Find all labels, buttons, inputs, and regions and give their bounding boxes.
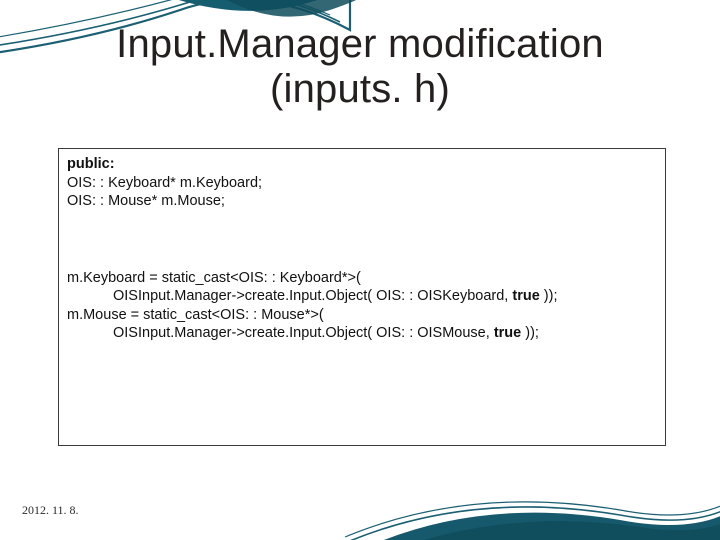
bottom-decoration [0,485,720,540]
code-line: OIS: : Keyboard* m.Keyboard; [67,174,657,193]
code-line: OISInput.Manager->create.Input.Object( O… [67,287,657,306]
code-box: public: OIS: : Keyboard* m.Keyboard; OIS… [58,148,666,446]
title-line-1: Input.Manager modification [116,22,604,66]
slide-date: 2012. 11. 8. [22,503,79,518]
code-line: m.Mouse = static_cast<OIS: : Mouse*>( [67,306,657,325]
code-line: public: [67,155,657,174]
title-line-2: (inputs. h) [270,67,450,111]
code-line: OIS: : Mouse* m.Mouse; [67,192,657,211]
slide-title: Input.Manager modification (inputs. h) [0,22,720,112]
code-line: OISInput.Manager->create.Input.Object( O… [67,324,657,343]
code-line: m.Keyboard = static_cast<OIS: : Keyboard… [67,269,657,288]
slide: Input.Manager modification (inputs. h) p… [0,0,720,540]
